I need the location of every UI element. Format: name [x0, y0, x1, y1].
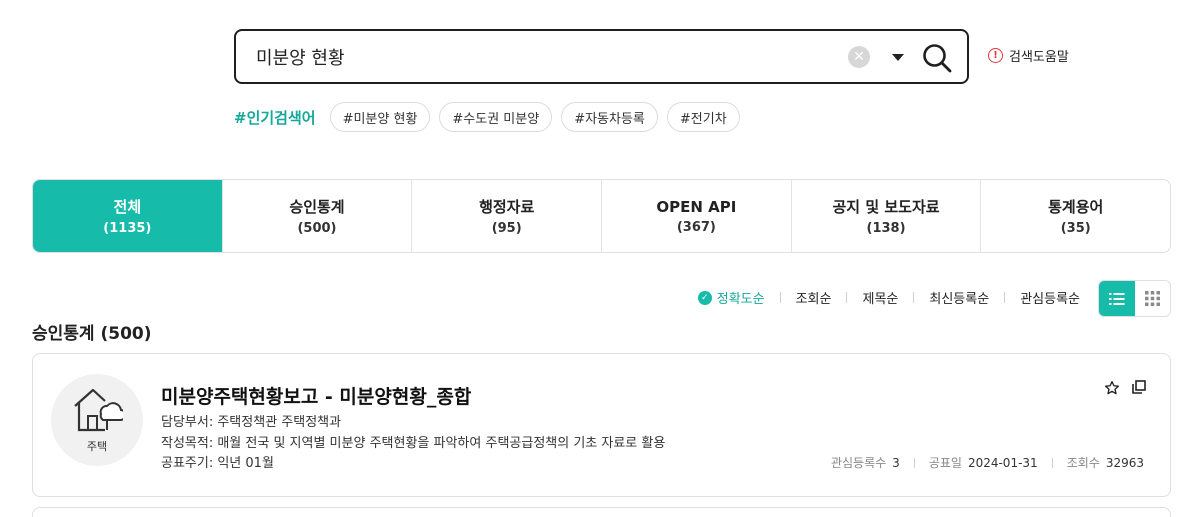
clear-icon[interactable]: ✕: [848, 46, 870, 68]
tab-all[interactable]: 전체 (1135): [33, 180, 223, 252]
category-tabs: 전체 (1135) 승인통계 (500) 행정자료 (95) OPEN API …: [32, 179, 1171, 253]
check-icon: ✓: [697, 290, 712, 305]
search-box: ✕: [234, 29, 969, 84]
sort-interest[interactable]: 관심등록순: [1020, 288, 1080, 307]
tab-open-api[interactable]: OPEN API (367): [602, 180, 792, 252]
search-help-label: 검색도움말: [1009, 50, 1069, 65]
sort-label: 정확도순: [716, 292, 765, 307]
divider: [913, 292, 915, 303]
card-cycle: 공표주기: 익년 01월: [161, 456, 274, 471]
popular-keywords-label: #인기검색어: [234, 108, 316, 127]
tab-count: (367): [676, 219, 716, 235]
chevron-down-icon[interactable]: [890, 47, 906, 67]
keyword-chip[interactable]: #수도권 미분양: [439, 102, 553, 132]
tab-label: 행정자료: [479, 198, 535, 216]
search-help-link[interactable]: ! 검색도움말: [988, 46, 1069, 65]
divider: [779, 292, 781, 303]
tab-label: OPEN API: [656, 197, 737, 216]
grid-view-icon[interactable]: [1135, 281, 1171, 316]
sort-latest[interactable]: 최신등록순: [929, 288, 989, 307]
view-toggle: [1098, 280, 1171, 317]
view-count-label: 조회수: [1066, 456, 1100, 470]
tab-count: (35): [1060, 221, 1091, 236]
result-card: 주택 미분양주택현황보고 - 미분양현황_종합 담당부서: 주택정책관 주택정책…: [32, 353, 1171, 497]
popular-keywords: #인기검색어 #미분양 현황 #수도권 미분양 #자동차등록 #전기차: [234, 102, 749, 132]
tab-notices-press[interactable]: 공지 및 보도자료 (138): [792, 180, 982, 252]
tab-label: 통계용어: [1048, 198, 1104, 216]
tab-count: (138): [866, 221, 906, 236]
result-card: [32, 507, 1171, 517]
keyword-chip[interactable]: #미분양 현황: [329, 102, 431, 132]
tab-label: 전체: [113, 198, 142, 216]
divider: [1051, 457, 1053, 468]
view-count-value: 32963: [1105, 455, 1144, 470]
tab-approved-statistics[interactable]: 승인통계 (500): [223, 180, 413, 252]
copy-icon[interactable]: [1132, 380, 1146, 396]
sort-title[interactable]: 제목순: [862, 288, 898, 307]
keyword-chip[interactable]: #전기차: [666, 102, 740, 132]
tab-count: (95): [491, 221, 522, 236]
card-department: 담당부서: 주택정책관 주택정책과: [161, 415, 342, 430]
tab-glossary[interactable]: 통계용어 (35): [981, 180, 1170, 252]
tab-count: (1135): [103, 221, 152, 236]
divider: [846, 292, 848, 303]
tab-count: (500): [297, 221, 337, 236]
search-input[interactable]: [256, 43, 816, 71]
list-view-icon[interactable]: [1099, 281, 1135, 316]
keyword-chip[interactable]: #자동차등록: [561, 102, 658, 132]
interest-count-value: 3: [892, 455, 900, 470]
divider: [913, 457, 915, 468]
section-title: 승인통계 (500): [32, 324, 152, 344]
tab-label: 공지 및 보도자료: [832, 198, 940, 216]
card-meta: 관심등록수 3 공표일 2024-01-31 조회수 32963: [831, 454, 1144, 471]
card-actions: [1104, 380, 1146, 396]
category-badge: 주택: [51, 374, 143, 466]
publish-date-value: 2024-01-31: [967, 455, 1038, 470]
sort-accuracy[interactable]: ✓ 정확도순: [697, 288, 765, 307]
tab-label: 승인통계: [289, 198, 345, 216]
category-label: 주택: [86, 440, 108, 453]
publish-date-label: 공표일: [928, 456, 962, 470]
house-icon: [71, 386, 127, 436]
card-title[interactable]: 미분양주택현황보고 - 미분양현황_종합: [161, 382, 471, 409]
sort-bar: ✓ 정확도순 조회순 제목순 최신등록순 관심등록순: [697, 288, 1080, 307]
star-icon[interactable]: [1104, 380, 1120, 396]
divider: [1004, 292, 1006, 303]
interest-count-label: 관심등록수: [830, 456, 887, 470]
sort-views[interactable]: 조회순: [796, 288, 832, 307]
tab-administrative-data[interactable]: 행정자료 (95): [412, 180, 603, 252]
alert-icon: !: [988, 48, 1003, 63]
search-icon[interactable]: [921, 42, 953, 74]
card-purpose: 작성목적: 매월 전국 및 지역별 미분양 주택현황을 파악하여 주택공급정책의…: [161, 436, 666, 451]
